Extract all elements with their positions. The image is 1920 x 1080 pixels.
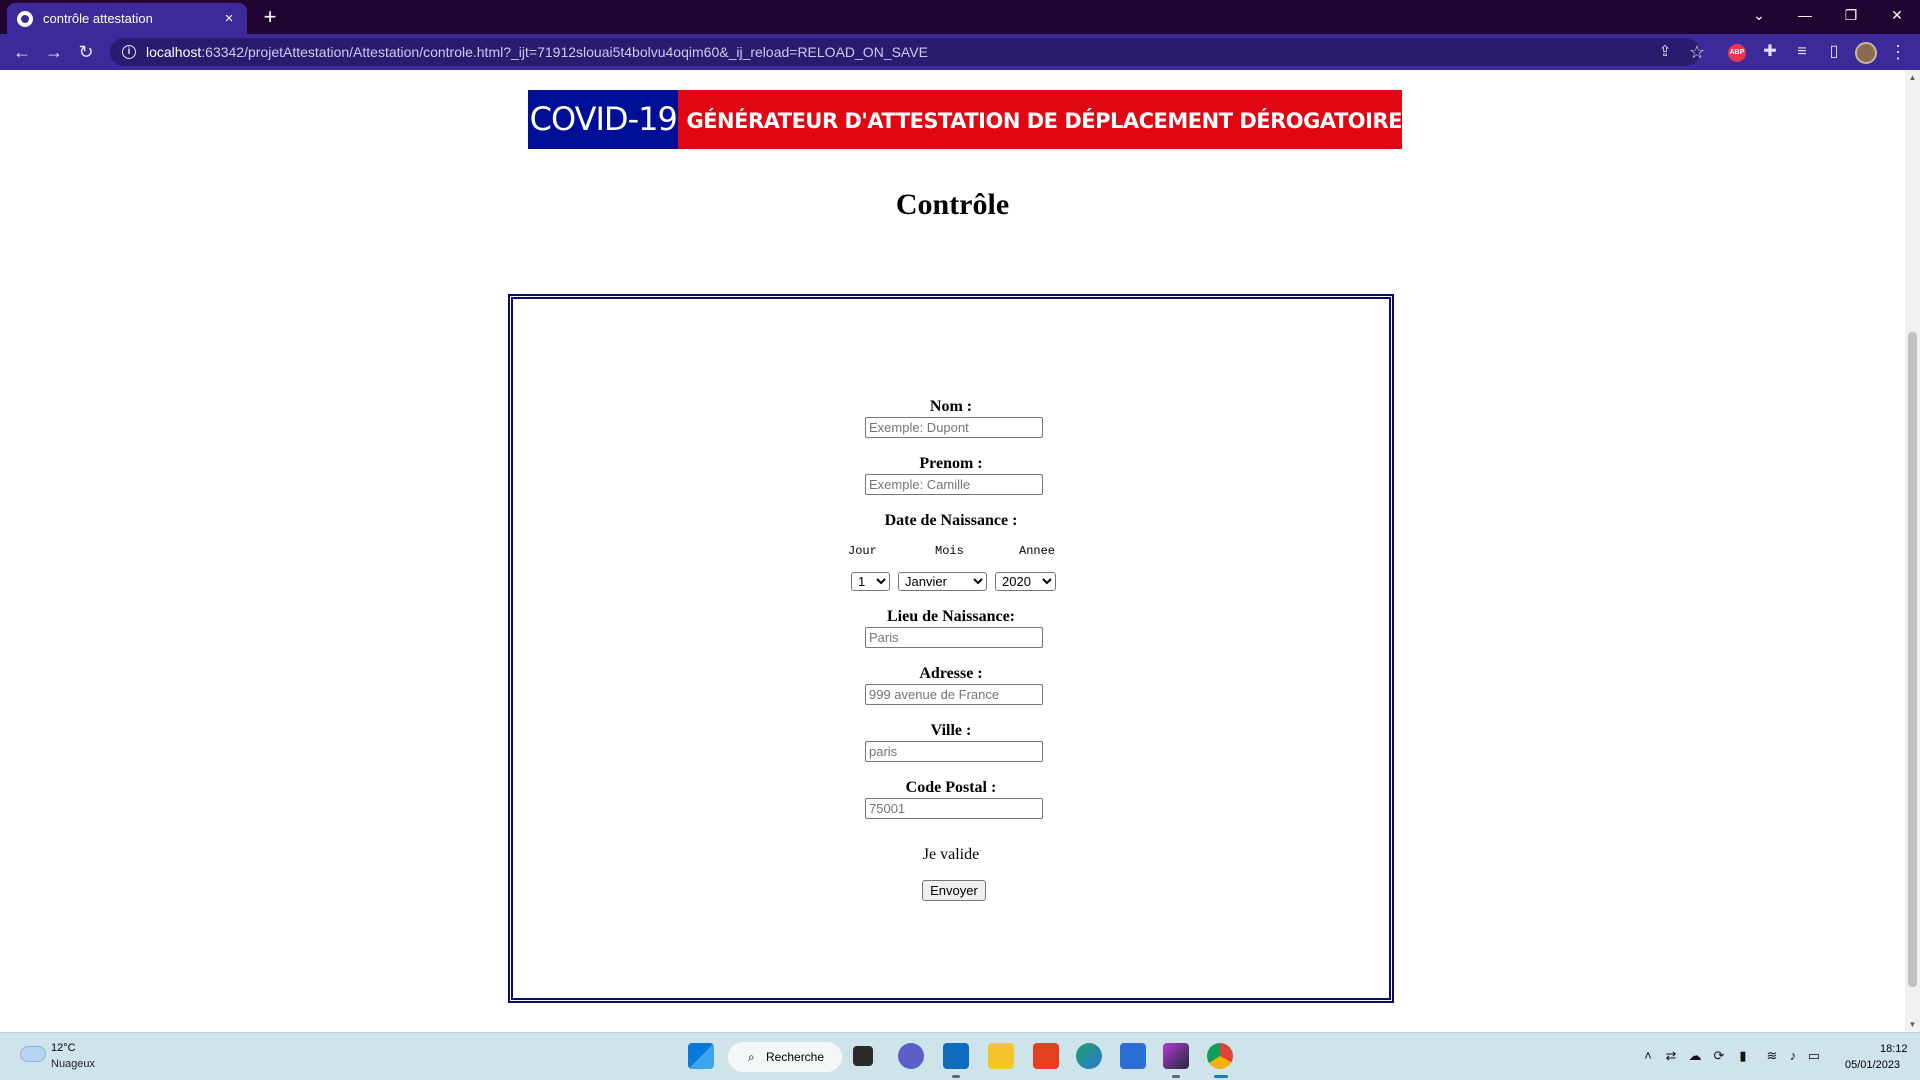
control-form-box: Nom : Prenom : Date de Naissance : Jour … <box>508 294 1394 1003</box>
taskbar-search[interactable]: ⌕ Recherche <box>728 1042 842 1072</box>
annee-select[interactable]: 2020 <box>995 572 1056 591</box>
ville-label: Ville : <box>930 722 972 739</box>
globe-icon <box>17 10 33 27</box>
banner-generator-label: GÉNÉRATEUR D'ATTESTATION DE DÉPLACEMENT … <box>678 90 1402 149</box>
tab-close-icon[interactable]: × <box>221 10 237 27</box>
lieu-naissance-input[interactable] <box>865 627 1043 648</box>
weather-condition[interactable]: Nuageux <box>51 1058 95 1070</box>
wifi-icon[interactable]: ≋ <box>1763 1047 1781 1065</box>
scroll-up-icon[interactable]: ▲ <box>1908 73 1917 82</box>
control-form: Nom : Prenom : Date de Naissance : Jour … <box>513 299 1389 998</box>
info-icon[interactable]: i <box>122 45 136 59</box>
tray-monitor-icon[interactable]: ▮ <box>1734 1047 1752 1065</box>
teams-chat-icon[interactable] <box>898 1043 924 1069</box>
scroll-down-icon[interactable]: ▼ <box>1908 1020 1917 1029</box>
url-host: localhost <box>146 44 202 60</box>
page-scrollbar[interactable]: ▲ ▼ <box>1905 70 1920 1032</box>
tab-search-chevron-icon[interactable]: ⌄ <box>1737 0 1781 30</box>
page-viewport: COVID-19 GÉNÉRATEUR D'ATTESTATION DE DÉP… <box>0 70 1905 1032</box>
code-postal-label: Code Postal : <box>905 779 997 796</box>
lieu-naissance-label: Lieu de Naissance: <box>887 608 1015 625</box>
new-tab-button[interactable]: + <box>258 5 282 29</box>
edge-icon[interactable] <box>1076 1043 1102 1069</box>
tab-title: contrôle attestation <box>43 11 153 26</box>
task-view-icon[interactable] <box>853 1046 873 1066</box>
tab-controle-attestation[interactable]: contrôle attestation × <box>7 3 247 34</box>
extensions-puzzle-icon[interactable]: ✚ <box>1758 40 1782 64</box>
scrollbar-thumb[interactable] <box>1908 332 1917 987</box>
date-naissance-label: Date de Naissance : <box>884 512 1018 529</box>
adblock-extension-icon[interactable]: ABP <box>1728 44 1746 62</box>
weather-temperature[interactable]: 12°C <box>51 1042 76 1054</box>
prenom-input[interactable] <box>865 474 1043 495</box>
windows-start-icon[interactable] <box>688 1043 714 1069</box>
covid-banner: COVID-19 GÉNÉRATEUR D'ATTESTATION DE DÉP… <box>528 90 1402 149</box>
clock-date[interactable]: 05/01/2023 <box>1845 1059 1900 1071</box>
phpstorm-running-indicator <box>1172 1075 1180 1078</box>
nom-input[interactable] <box>865 417 1043 438</box>
code-postal-input[interactable] <box>865 798 1043 819</box>
reload-icon[interactable]: ↻ <box>74 40 98 64</box>
mois-label: Mois <box>935 544 964 558</box>
tray-update-icon[interactable]: ⟳ <box>1710 1047 1728 1065</box>
taskbar: 12°C Nuageux ⌕ Recherche ˄ ⇄ ☁ ⟳ ▮ ≋ ♪ ▭… <box>0 1032 1920 1080</box>
jour-select[interactable]: 1 <box>851 572 890 591</box>
tab-strip: contrôle attestation × + ⌄ — ❐ ✕ <box>0 0 1920 34</box>
tray-chevron-up-icon[interactable]: ˄ <box>1639 1047 1657 1065</box>
minimize-button[interactable]: — <box>1783 0 1827 30</box>
forward-icon[interactable]: → <box>42 40 66 64</box>
store-icon[interactable] <box>1120 1043 1146 1069</box>
office-icon[interactable] <box>1033 1043 1059 1069</box>
profile-avatar[interactable] <box>1855 42 1877 64</box>
browser-toolbar: ← → ↻ i localhost:63342/projetAttestatio… <box>0 34 1920 70</box>
tray-sync-icon[interactable]: ⇄ <box>1662 1047 1680 1065</box>
banner-covid-label: COVID-19 <box>528 90 679 149</box>
close-window-button[interactable]: ✕ <box>1875 0 1919 30</box>
nom-label: Nom : <box>929 398 973 415</box>
search-icon: ⌕ <box>748 1050 755 1064</box>
annee-label: Annee <box>1019 544 1056 558</box>
envoyer-button[interactable]: Envoyer <box>922 880 986 901</box>
adresse-input[interactable] <box>865 684 1043 705</box>
je-valide-text: Je valide <box>922 846 980 863</box>
side-panel-icon[interactable]: ▯ <box>1822 40 1846 64</box>
mail-running-indicator <box>952 1075 960 1078</box>
volume-icon[interactable]: ♪ <box>1784 1047 1802 1065</box>
address-bar[interactable]: i localhost:63342/projetAttestation/Atte… <box>110 38 1700 66</box>
mois-select[interactable]: Janvier <box>898 572 987 591</box>
adresse-label: Adresse : <box>919 665 983 682</box>
restore-button[interactable]: ❐ <box>1829 0 1873 30</box>
reading-list-icon[interactable]: ≡ <box>1790 40 1814 64</box>
jour-label: Jour <box>848 544 877 558</box>
page-title: Contrôle <box>895 188 1010 221</box>
mail-icon[interactable] <box>943 1043 969 1069</box>
url-path: :63342/projetAttestation/Attestation/con… <box>201 44 928 60</box>
cloud-icon[interactable] <box>20 1046 46 1062</box>
file-explorer-icon[interactable] <box>988 1043 1014 1069</box>
ville-input[interactable] <box>865 741 1043 762</box>
back-icon[interactable]: ← <box>10 40 34 64</box>
clock-time[interactable]: 18:12 <box>1880 1043 1908 1055</box>
search-label: Recherche <box>766 1050 825 1064</box>
share-icon[interactable]: ⇪ <box>1653 40 1677 64</box>
menu-kebab-icon[interactable]: ⋮ <box>1886 40 1910 64</box>
tray-cloud-icon[interactable]: ☁ <box>1686 1047 1704 1065</box>
battery-icon[interactable]: ▭ <box>1805 1047 1823 1065</box>
prenom-label: Prenom : <box>919 455 983 472</box>
chrome-icon[interactable] <box>1207 1043 1233 1069</box>
chrome-active-indicator <box>1214 1075 1228 1078</box>
bookmark-star-icon[interactable]: ☆ <box>1685 40 1709 64</box>
phpstorm-icon[interactable] <box>1163 1043 1189 1069</box>
